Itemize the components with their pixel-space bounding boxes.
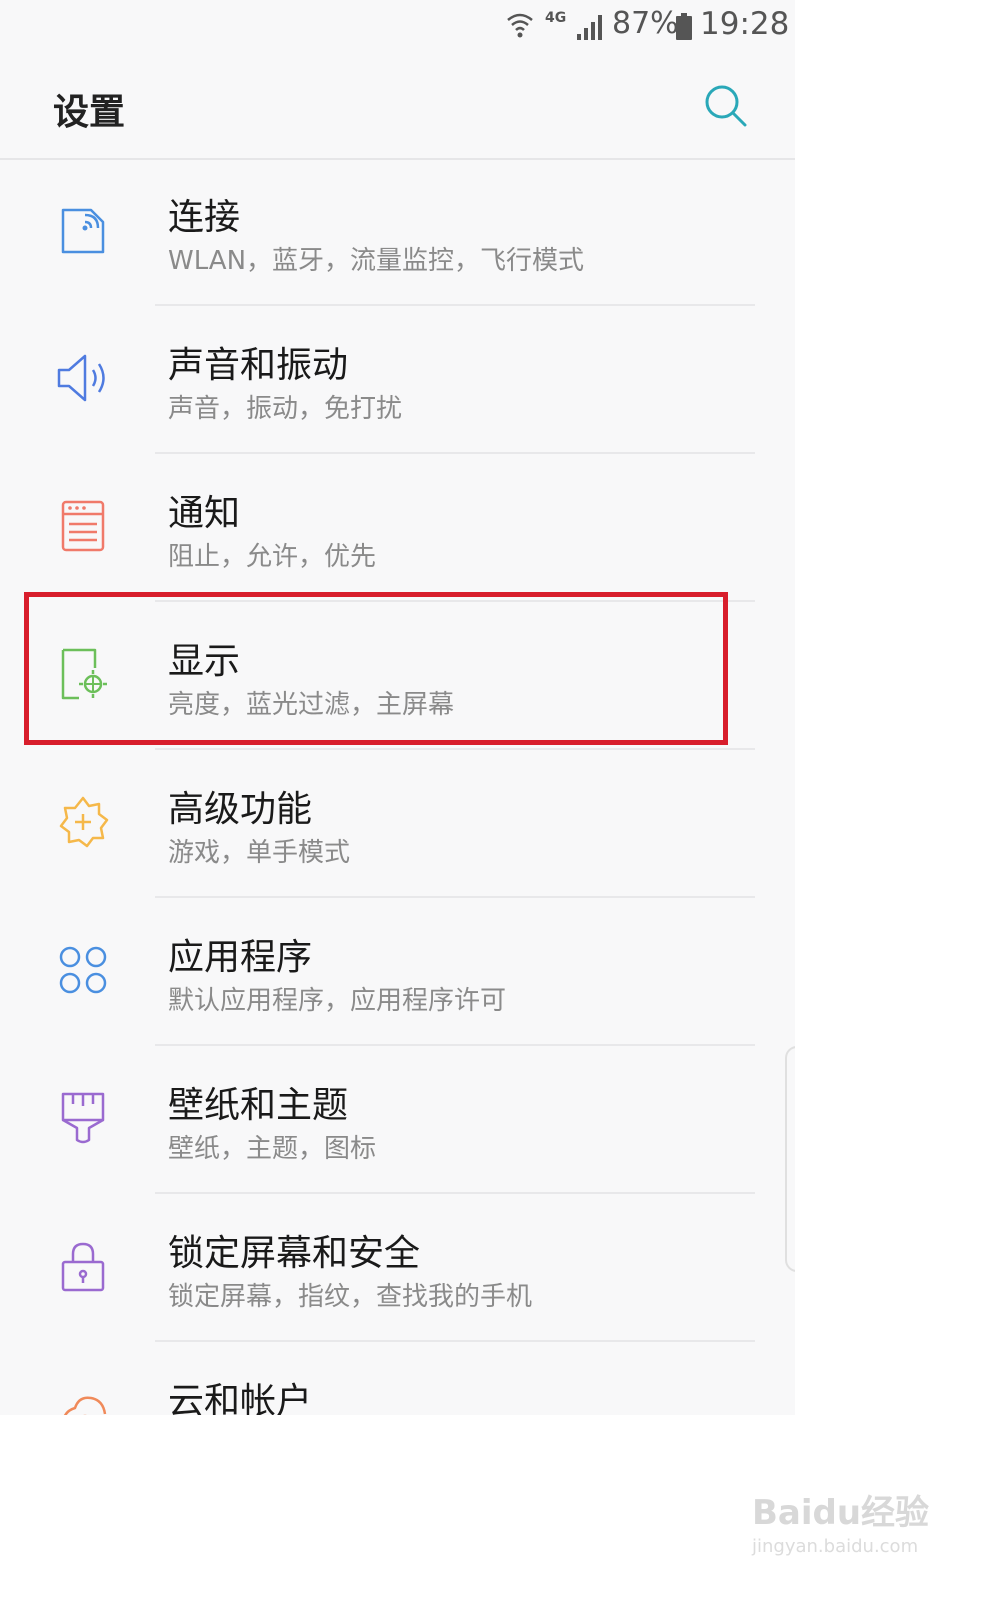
- item-subtitle: 默认应用程序，应用程序许可: [168, 986, 507, 1016]
- item-subtitle: 声音，振动，免打扰: [168, 394, 403, 424]
- app-header: 设置: [0, 55, 795, 160]
- item-label: 应用程序: [168, 937, 313, 978]
- speaker-icon: [57, 354, 105, 402]
- clock: 19:28: [700, 6, 790, 42]
- item-label: 壁纸和主题: [168, 1085, 349, 1126]
- lock-icon: [61, 1242, 105, 1292]
- settings-item-advanced-features[interactable]: 高级功能 游戏，单手模式: [0, 750, 795, 898]
- network-type: 4G: [545, 10, 567, 26]
- item-label: 声音和振动: [168, 345, 349, 386]
- advanced-features-icon: [59, 796, 109, 848]
- wifi-icon: [507, 13, 533, 38]
- settings-item-cloud-accounts[interactable]: 云和帐户: [0, 1342, 795, 1415]
- search-icon[interactable]: [703, 83, 747, 127]
- item-label: 高级功能: [168, 789, 313, 830]
- item-label: 锁定屏幕和安全: [168, 1233, 421, 1274]
- highlight-box: [24, 592, 728, 745]
- cloud-account-icon: [63, 1396, 107, 1415]
- watermark-site: jingyan.baidu.com: [752, 1536, 919, 1557]
- settings-item-notifications[interactable]: 通知 阻止，允许，优先: [0, 454, 795, 602]
- apps-icon: [59, 946, 107, 994]
- brush-icon: [61, 1092, 105, 1144]
- battery-icon: [676, 13, 692, 40]
- item-subtitle: 阻止，允许，优先: [168, 542, 377, 572]
- item-subtitle: 壁纸，主题，图标: [168, 1134, 377, 1164]
- watermark-logo: Baidu经验: [752, 1493, 930, 1533]
- notification-icon: [61, 500, 105, 552]
- battery-percent: 87%: [612, 6, 679, 41]
- settings-item-lock-screen-security[interactable]: 锁定屏幕和安全 锁定屏幕，指纹，查找我的手机: [0, 1194, 795, 1342]
- settings-item-apps[interactable]: 应用程序 默认应用程序，应用程序许可: [0, 898, 795, 1046]
- settings-item-wallpaper-themes[interactable]: 壁纸和主题 壁纸，主题，图标: [0, 1046, 795, 1194]
- item-label: 云和帐户: [168, 1381, 313, 1415]
- item-label: 连接: [168, 197, 241, 238]
- connection-icon: [61, 208, 105, 254]
- settings-list: 连接 WLAN，蓝牙，流量监控，飞行模式 声音和振动 声音，振动，免打扰 通知 …: [0, 158, 795, 1415]
- status-bar: 4G 87% 19:28: [0, 0, 795, 55]
- settings-item-connections[interactable]: 连接 WLAN，蓝牙，流量监控，飞行模式: [0, 158, 795, 306]
- item-subtitle: 锁定屏幕，指纹，查找我的手机: [168, 1282, 533, 1312]
- item-subtitle: 游戏，单手模式: [168, 838, 351, 868]
- phone-screen: 4G 87% 19:28 设置 连接 WLAN，蓝牙，流量监控，飞行模式 声音和…: [0, 0, 795, 1415]
- signal-icon: [577, 15, 602, 40]
- item-label: 通知: [168, 493, 241, 534]
- page-title: 设置: [53, 92, 126, 133]
- baidu-watermark: Baidu经验 jingyan.baidu.com: [752, 1485, 942, 1575]
- item-subtitle: WLAN，蓝牙，流量监控，飞行模式: [168, 246, 585, 276]
- settings-item-sound[interactable]: 声音和振动 声音，振动，免打扰: [0, 306, 795, 454]
- scroll-edge: [785, 1046, 795, 1272]
